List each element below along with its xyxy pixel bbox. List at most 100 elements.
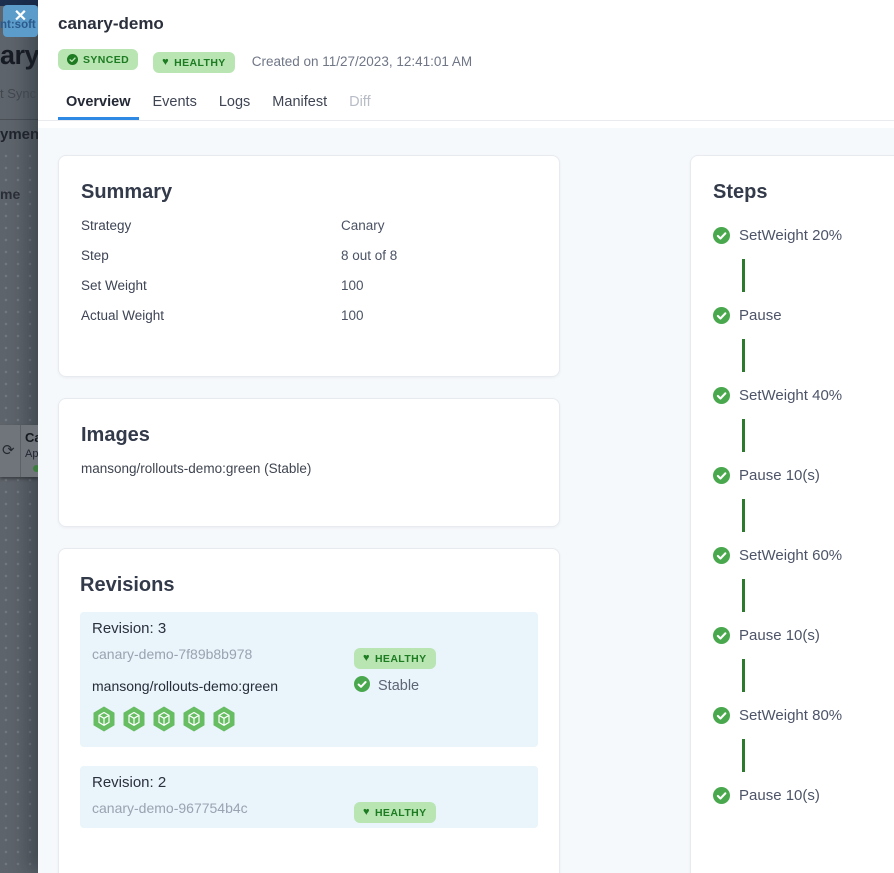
summary-row-label: Step	[81, 248, 341, 263]
step-item: Pause 10(s)	[713, 787, 894, 804]
health-badge: ♥ HEALTHY	[354, 648, 436, 669]
check-circle-icon	[713, 227, 730, 244]
step-label: Pause 10(s)	[739, 627, 820, 644]
check-circle-icon	[354, 676, 370, 696]
tab-diff[interactable]: Diff	[341, 88, 379, 120]
pod-icon	[182, 706, 206, 737]
tab-events[interactable]: Events	[145, 88, 205, 120]
background-page: nt:soft ✕ ary- t Sync yment me ⟳ Ca Ap	[0, 0, 38, 873]
tab-overview[interactable]: Overview	[58, 88, 139, 120]
steps-title: Steps	[713, 180, 894, 204]
replicaset-name: canary-demo-7f89b8b978	[92, 646, 252, 662]
status-badges: SYNCED ♥ HEALTHY	[58, 49, 235, 73]
heart-icon: ♥	[363, 807, 370, 818]
summary-row-value: 100	[341, 308, 364, 323]
tile-title-fragment: Ca	[25, 430, 38, 445]
revisions-title: Revisions	[80, 573, 538, 597]
health-badge-label: HEALTHY	[375, 807, 427, 819]
check-circle-icon	[713, 387, 730, 404]
pod-icon	[122, 706, 146, 737]
summary-row: Strategy Canary	[81, 210, 537, 240]
background-section-fragment: yment	[0, 126, 38, 143]
background-heading-fragment: ary-	[0, 40, 38, 71]
summary-row: Step 8 out of 8	[81, 240, 537, 270]
revision-role: Stable	[354, 676, 419, 696]
summary-row: Actual Weight 100	[81, 300, 537, 330]
check-circle-icon	[67, 54, 78, 65]
background-sync-fragment: t Sync	[0, 86, 36, 101]
check-circle-icon	[713, 707, 730, 724]
step-label: Pause 10(s)	[739, 787, 820, 804]
replicaset-name: canary-demo-967754b4c	[92, 800, 248, 816]
summary-card: Summary Strategy Canary Step 8 out of 8 …	[58, 155, 560, 377]
revision-card-1: Revision: 3 canary-demo-7f89b8b978 ♥ HEA…	[80, 612, 538, 747]
step-item: SetWeight 20%	[713, 227, 894, 244]
pod-icon	[212, 706, 236, 737]
panel-header: canary-demo SYNCED♥HEALTHY Created on 11…	[38, 0, 894, 73]
image-name: mansong/rollouts-demo:green (Stable)	[81, 461, 537, 476]
background-column-fragment: me	[0, 186, 20, 202]
panel-content: Summary Strategy Canary Step 8 out of 8 …	[38, 128, 894, 873]
sync-arrows-icon: ⟳	[2, 441, 15, 459]
created-timestamp: Created on 11/27/2023, 12:41:01 AM	[252, 54, 472, 69]
step-connector	[742, 419, 745, 452]
heart-icon: ♥	[162, 57, 169, 68]
tab-logs[interactable]: Logs	[211, 88, 258, 120]
step-item: Pause 10(s)	[713, 467, 894, 484]
step-connector	[742, 499, 745, 532]
health-badge: ♥ HEALTHY	[354, 802, 436, 823]
status-row: SYNCED ♥ HEALTHY Created on 11/27/2023, 12…	[58, 49, 894, 73]
tile-status-dot	[33, 465, 38, 472]
steps-list: SetWeight 20% Pause SetWeight 40% Pause …	[713, 227, 894, 804]
pod-icon	[92, 706, 116, 737]
revision-title: Revision: 3	[92, 620, 166, 637]
summary-row: Set Weight 100	[81, 270, 537, 300]
rollout-details-panel: canary-demo SYNCED♥HEALTHY Created on 11…	[38, 0, 894, 873]
tile-subtitle-fragment: Ap	[25, 448, 38, 460]
step-item: Pause 10(s)	[713, 627, 894, 644]
step-item: SetWeight 40%	[713, 387, 894, 404]
steps-card: Steps SetWeight 20% Pause SetWeight 40% …	[690, 155, 894, 873]
pods-row	[92, 706, 236, 737]
background-divider	[0, 119, 38, 120]
step-connector	[742, 339, 745, 372]
status-badge-label: SYNCED	[83, 54, 129, 66]
step-connector	[742, 579, 745, 612]
revision-image: mansong/rollouts-demo:green	[92, 678, 278, 694]
step-connector	[742, 659, 745, 692]
step-label: SetWeight 40%	[739, 387, 842, 404]
summary-row-label: Set Weight	[81, 278, 341, 293]
step-label: SetWeight 60%	[739, 547, 842, 564]
revision-card-2: Revision: 2 canary-demo-967754b4c ♥ HEAL…	[80, 766, 538, 828]
summary-row-value: Canary	[341, 218, 385, 233]
images-card: Images mansong/rollouts-demo:green (Stab…	[58, 398, 560, 527]
revision-title: Revision: 2	[92, 774, 166, 791]
status-badge-label: HEALTHY	[174, 57, 226, 69]
check-circle-icon	[713, 627, 730, 644]
heart-icon: ♥	[363, 653, 370, 664]
check-circle-icon	[713, 787, 730, 804]
step-connector	[742, 739, 745, 772]
check-circle-icon	[713, 467, 730, 484]
background-dot-grid	[0, 150, 38, 873]
summary-row-value: 100	[341, 278, 364, 293]
check-circle-icon	[713, 307, 730, 324]
background-link-fragment: nt:soft	[0, 19, 36, 31]
revisions-card: Revisions Revision: 3 canary-demo-7f89b8…	[58, 548, 560, 873]
summary-rows: Strategy Canary Step 8 out of 8 Set Weig…	[81, 210, 537, 330]
status-badge-synced: SYNCED	[58, 49, 138, 70]
summary-row-label: Strategy	[81, 218, 341, 233]
step-connector	[742, 259, 745, 292]
tab-manifest[interactable]: Manifest	[264, 88, 335, 120]
step-item: Pause	[713, 307, 894, 324]
revision-role-label: Stable	[378, 678, 419, 694]
check-circle-icon	[713, 547, 730, 564]
step-label: SetWeight 80%	[739, 707, 842, 724]
summary-row-value: 8 out of 8	[341, 248, 397, 263]
step-item: SetWeight 60%	[713, 547, 894, 564]
step-label: Pause	[739, 307, 782, 324]
status-badge-healthy: ♥ HEALTHY	[153, 52, 235, 73]
tile-divider	[20, 425, 21, 477]
background-resource-tile: ⟳ Ca Ap	[0, 425, 38, 477]
images-title: Images	[81, 423, 537, 447]
